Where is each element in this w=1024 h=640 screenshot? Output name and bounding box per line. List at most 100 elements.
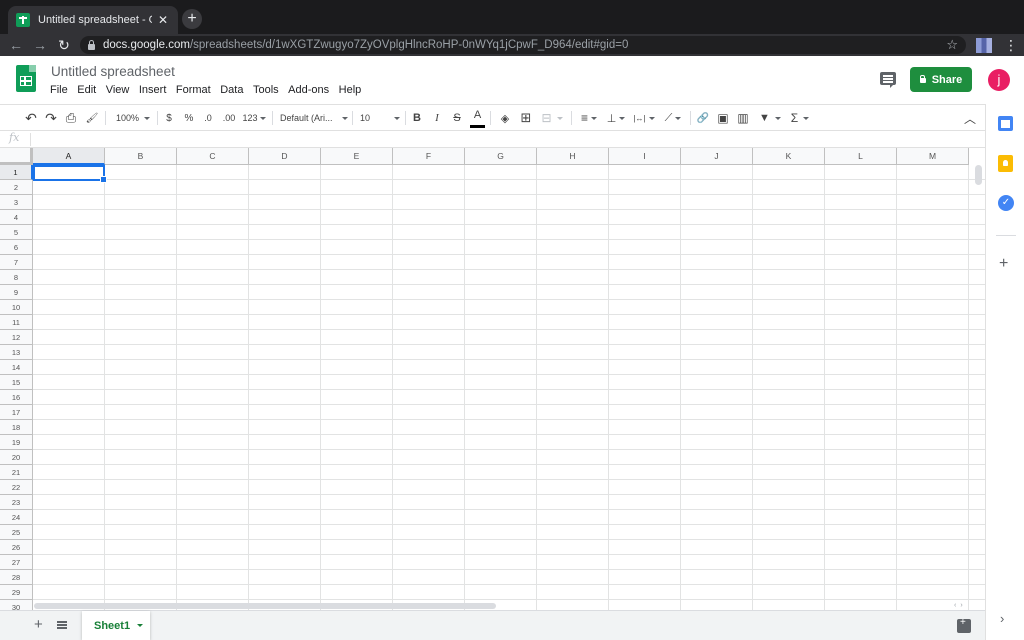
row-header[interactable]: 27 xyxy=(0,555,33,570)
address-bar[interactable]: docs.google.com /spreadsheets/d/1wXGTZwu… xyxy=(80,36,966,54)
row-header[interactable]: 1 xyxy=(0,165,33,180)
column-header[interactable]: I xyxy=(609,148,681,165)
text-rotation-icon[interactable]: ⟋ xyxy=(661,105,685,131)
currency-format-button[interactable]: $ xyxy=(162,105,176,131)
row-header[interactable]: 19 xyxy=(0,435,33,450)
vertical-scrollbar[interactable] xyxy=(975,165,982,185)
profile-avatar[interactable] xyxy=(976,38,992,53)
document-title[interactable]: Untitled spreadsheet xyxy=(51,64,175,79)
chevron-down-icon[interactable] xyxy=(137,624,144,627)
row-header[interactable]: 6 xyxy=(0,240,33,255)
menu-file[interactable]: File xyxy=(50,84,68,96)
menu-addons[interactable]: Add-ons xyxy=(288,84,329,96)
column-header[interactable]: F xyxy=(393,148,465,165)
menu-data[interactable]: Data xyxy=(220,84,243,96)
column-header[interactable]: E xyxy=(321,148,393,165)
column-header[interactable]: J xyxy=(681,148,753,165)
row-header[interactable]: 16 xyxy=(0,390,33,405)
row-header[interactable]: 22 xyxy=(0,480,33,495)
horizontal-scrollbar[interactable] xyxy=(34,603,496,609)
expand-panel-icon[interactable]: › xyxy=(1000,611,1004,626)
sheets-logo-icon[interactable] xyxy=(16,65,36,92)
column-header[interactable]: D xyxy=(249,148,321,165)
column-header[interactable]: G xyxy=(465,148,537,165)
collapse-menus-icon[interactable]: ︿ xyxy=(962,105,978,131)
account-avatar[interactable]: j xyxy=(988,69,1010,91)
undo-icon[interactable]: ↶ xyxy=(22,105,40,131)
row-header[interactable]: 24 xyxy=(0,510,33,525)
column-header[interactable]: K xyxy=(753,148,825,165)
comment-history-icon[interactable] xyxy=(880,72,896,88)
row-header[interactable]: 28 xyxy=(0,570,33,585)
browser-menu-icon[interactable]: ⋮ xyxy=(1004,36,1018,54)
insert-link-icon[interactable]: 🔗 xyxy=(695,105,711,131)
row-header[interactable]: 29 xyxy=(0,585,33,600)
forward-button[interactable]: → xyxy=(28,37,52,53)
text-wrapping-icon[interactable]: |↔| xyxy=(631,105,657,131)
row-header[interactable]: 26 xyxy=(0,540,33,555)
row-header[interactable]: 5 xyxy=(0,225,33,240)
row-header[interactable]: 4 xyxy=(0,210,33,225)
row-header[interactable]: 21 xyxy=(0,465,33,480)
borders-icon[interactable]: ⊞ xyxy=(518,105,534,131)
row-header[interactable]: 7 xyxy=(0,255,33,270)
row-header[interactable]: 3 xyxy=(0,195,33,210)
more-formats-button[interactable]: 123 xyxy=(241,105,267,131)
scroll-arrows-icon[interactable]: ‹› xyxy=(954,602,967,609)
calendar-icon[interactable] xyxy=(998,116,1013,131)
row-header[interactable]: 17 xyxy=(0,405,33,420)
percent-format-button[interactable]: % xyxy=(182,105,196,131)
text-color-button[interactable]: A xyxy=(470,105,485,125)
redo-icon[interactable]: ↷ xyxy=(42,105,60,131)
merge-cells-icon[interactable]: ⊟ xyxy=(539,105,565,131)
sheet-tab-sheet1[interactable]: Sheet1 xyxy=(82,611,150,640)
keep-icon[interactable] xyxy=(998,155,1013,172)
italic-button[interactable]: I xyxy=(430,105,444,131)
spreadsheet-grid[interactable]: ABCDEFGHIJKLM 1 2 3 4 5 6 7 8 9 10 11 12 13 14 15 16 17 1… xyxy=(0,148,985,610)
back-button[interactable]: ← xyxy=(4,37,28,53)
tasks-icon[interactable]: ✓ xyxy=(998,195,1014,211)
menu-tools[interactable]: Tools xyxy=(253,84,279,96)
insert-comment-icon[interactable]: ▣ xyxy=(715,105,731,131)
insert-chart-icon[interactable]: ▥ xyxy=(735,105,751,131)
fill-color-icon[interactable]: ◈ xyxy=(497,105,513,131)
row-header[interactable]: 18 xyxy=(0,420,33,435)
column-header[interactable]: M xyxy=(897,148,969,165)
row-header[interactable]: 10 xyxy=(0,300,33,315)
row-header[interactable]: 11 xyxy=(0,315,33,330)
add-sheet-button[interactable]: + xyxy=(34,616,43,633)
zoom-select[interactable]: 100% xyxy=(112,105,154,131)
paint-format-icon[interactable]: 🖌 xyxy=(83,105,101,131)
explore-icon[interactable] xyxy=(957,617,971,633)
row-header[interactable]: 30 xyxy=(0,600,33,610)
browser-tab[interactable]: Untitled spreadsheet - Google Sheets ✕ xyxy=(8,6,178,34)
row-header[interactable]: 25 xyxy=(0,525,33,540)
share-button[interactable]: Share xyxy=(910,67,972,92)
formula-input[interactable] xyxy=(36,131,976,147)
row-header[interactable]: 8 xyxy=(0,270,33,285)
row-header[interactable]: 14 xyxy=(0,360,33,375)
row-header[interactable]: 9 xyxy=(0,285,33,300)
font-size-select[interactable]: 10 xyxy=(360,105,400,131)
menu-format[interactable]: Format xyxy=(176,84,211,96)
select-all-corner[interactable] xyxy=(0,148,33,165)
active-cell-selection[interactable] xyxy=(33,165,107,183)
get-addons-icon[interactable]: + xyxy=(999,255,1008,273)
column-header[interactable]: B xyxy=(105,148,177,165)
horizontal-align-icon[interactable]: ≡ xyxy=(577,105,601,131)
row-header[interactable]: 23 xyxy=(0,495,33,510)
menu-insert[interactable]: Insert xyxy=(139,84,167,96)
print-icon[interactable]: ⎙ xyxy=(62,105,80,131)
functions-icon[interactable]: Σ xyxy=(788,105,812,131)
row-header[interactable]: 13 xyxy=(0,345,33,360)
filter-icon[interactable]: ▼ xyxy=(756,105,784,131)
column-header[interactable]: L xyxy=(825,148,897,165)
increase-decimal-button[interactable]: .00 xyxy=(220,105,238,131)
row-header[interactable]: 2 xyxy=(0,180,33,195)
menu-edit[interactable]: Edit xyxy=(77,84,96,96)
bold-button[interactable]: B xyxy=(410,105,424,131)
font-family-select[interactable]: Default (Ari... xyxy=(280,105,348,131)
reload-button[interactable]: ↻ xyxy=(52,37,76,54)
row-header[interactable]: 15 xyxy=(0,375,33,390)
decrease-decimal-button[interactable]: .0 xyxy=(200,105,216,131)
